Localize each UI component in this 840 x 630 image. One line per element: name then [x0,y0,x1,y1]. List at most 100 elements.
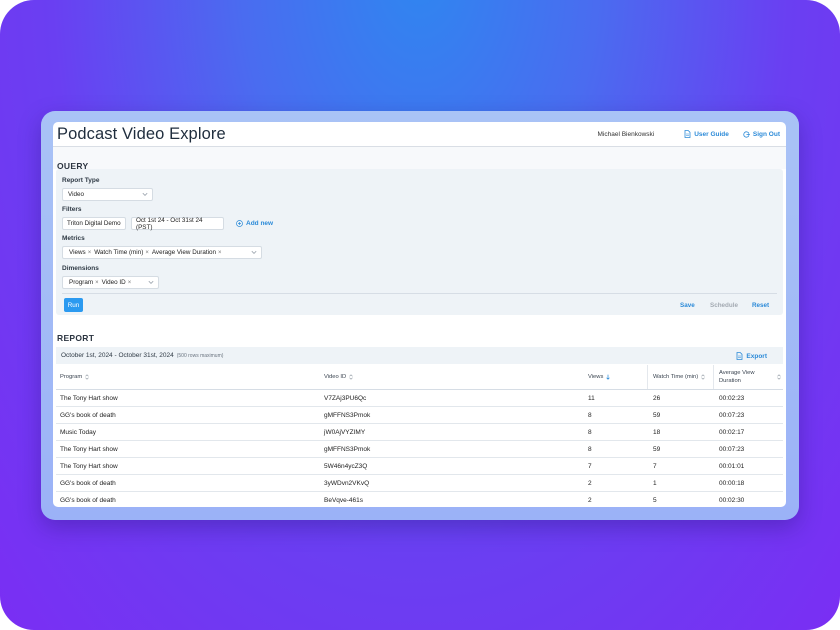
user-guide-label: User Guide [694,130,729,138]
metric-chip-label: Watch Time (min) [94,249,144,256]
schedule-button[interactable]: Schedule [710,302,738,309]
cell-views: 2 [588,480,592,487]
cell-program: GG's book of death [60,480,116,487]
filter-chip-account[interactable]: Triton Digital Demo [62,217,126,230]
dimension-chip[interactable]: Video ID × [102,279,132,286]
cell-watch-time: 1 [653,480,657,487]
chevron-down-icon [251,250,257,254]
query-panel: Report Type Video Filters Triton Digital… [56,169,783,315]
cell-program: GG's book of death [60,412,116,419]
metric-chip[interactable]: Views × [69,249,91,256]
metrics-select[interactable]: Views × Watch Time (min) × Average View Du… [62,246,262,259]
cell-avg-duration: 00:01:01 [719,463,745,470]
cell-watch-time: 59 [653,412,661,419]
cell-watch-time: 18 [653,429,661,436]
sort-icon [349,374,353,380]
column-header-label: Program [60,374,83,380]
document-icon [684,130,691,138]
metrics-label: Metrics [62,235,85,242]
chevron-down-icon [148,280,154,284]
cell-watch-time: 26 [653,395,661,402]
document-icon [737,352,743,360]
sort-icon [701,374,705,380]
remove-icon[interactable]: × [88,250,92,256]
column-header-views[interactable]: Views [588,374,611,380]
cell-video-id: gMFFNS3Pmok [324,412,371,419]
cell-avg-duration: 00:02:23 [719,395,745,402]
table-row[interactable]: The Tony Hart show V7ZAj3PU6Qc 11 26 00:… [56,390,783,407]
remove-icon[interactable]: × [95,280,99,286]
background: Podcast Video Explore Michael Bienkowski… [0,0,840,630]
dimensions-select[interactable]: Program × Video ID × [62,276,159,289]
sign-out-link[interactable]: Sign Out [743,131,780,138]
report-table: Program Video ID Views Watch Time (min) … [56,365,783,507]
cell-views: 8 [588,446,592,453]
table-header: Program Video ID Views Watch Time (min) … [56,365,783,390]
add-filter-button[interactable]: Add new [236,220,273,227]
sort-icon [777,374,781,380]
column-header-label: Video ID [324,374,347,380]
filter-account-text: Triton Digital Demo [67,220,121,227]
metric-chip[interactable]: Average View Duration × [152,249,222,256]
app-window: Podcast Video Explore Michael Bienkowski… [53,122,786,507]
divider [62,293,777,294]
reset-button[interactable]: Reset [752,302,769,309]
export-button[interactable]: Export [736,352,767,360]
cell-program: The Tony Hart show [60,463,118,470]
cell-avg-duration: 00:02:30 [719,497,745,504]
cell-program: The Tony Hart show [60,395,118,402]
table-row[interactable]: GG's book of death gMFFNS3Pmok 8 59 00:0… [56,407,783,424]
column-header-label: Views [588,374,604,380]
cell-watch-time: 59 [653,446,661,453]
cell-avg-duration: 00:02:17 [719,429,745,436]
row-limit-note: (500 rows maximum) [176,352,224,359]
cell-video-id: 5W46n4ycZ3Q [324,463,368,470]
cell-views: 11 [588,395,595,402]
cell-avg-duration: 00:07:23 [719,412,745,419]
column-header-watch-time[interactable]: Watch Time (min) [653,374,705,380]
report-type-select[interactable]: Video [62,188,153,201]
table-row[interactable]: Music Today jW0AjVYZIMY 8 18 00:02:17 [56,424,783,441]
export-label: Export [746,352,767,360]
remove-icon[interactable]: × [218,250,222,256]
filter-date-text: Oct 1st 24 - Oct 31st 24 (PST) [136,216,203,231]
save-button[interactable]: Save [680,302,695,309]
user-guide-link[interactable]: User Guide [684,130,729,138]
sign-out-icon [743,130,750,138]
cell-avg-duration: 00:07:23 [719,446,745,453]
app-title: Podcast Video Explore [57,124,226,143]
cell-avg-duration: 00:00:18 [719,480,745,487]
run-button[interactable]: Run [64,298,83,312]
dimensions-label: Dimensions [62,265,99,272]
plus-circle-icon [236,220,243,227]
column-header-video-id[interactable]: Video ID [324,374,353,380]
top-bar: Podcast Video Explore Michael Bienkowski… [53,122,786,147]
filters-label: Filters [62,206,82,213]
metric-chip[interactable]: Watch Time (min) × [94,249,149,256]
column-divider [647,365,648,389]
column-header-avg-duration[interactable]: Average View Duration [719,369,781,385]
sort-icon [85,374,89,380]
cell-program: Music Today [60,429,97,436]
dimension-chip[interactable]: Program × [69,279,99,286]
table-row[interactable]: The Tony Hart show gMFFNS3Pmok 8 59 00:0… [56,441,783,458]
cell-views: 8 [588,412,592,419]
cell-video-id: BeVqve-461s [324,497,364,504]
remove-icon[interactable]: × [128,280,132,286]
filter-chip-date-range[interactable]: Oct 1st 24 - Oct 31st 24 (PST) [131,216,224,231]
table-row[interactable]: GG's book of death 3yWDvn2VKvQ 2 1 00:00… [56,475,783,492]
remove-icon[interactable]: × [145,250,149,256]
cell-video-id: jW0AjVYZIMY [324,429,366,436]
cell-views: 8 [588,429,592,436]
cell-program: GG's book of death [60,497,116,504]
report-type-label: Report Type [62,177,100,184]
report-type-value: Video [68,191,84,198]
dimension-chip-label: Program [69,279,94,286]
table-body: The Tony Hart show V7ZAj3PU6Qc 11 26 00:… [56,390,783,507]
table-row[interactable]: GG's book of death BeVqve-461s 2 5 00:02… [56,492,783,507]
column-header-label: Average View Duration [719,370,755,384]
table-row[interactable]: The Tony Hart show 5W46n4ycZ3Q 7 7 00:01… [56,458,783,475]
sign-out-label: Sign Out [752,130,780,138]
column-header-program[interactable]: Program [60,374,89,380]
column-divider [713,365,714,389]
